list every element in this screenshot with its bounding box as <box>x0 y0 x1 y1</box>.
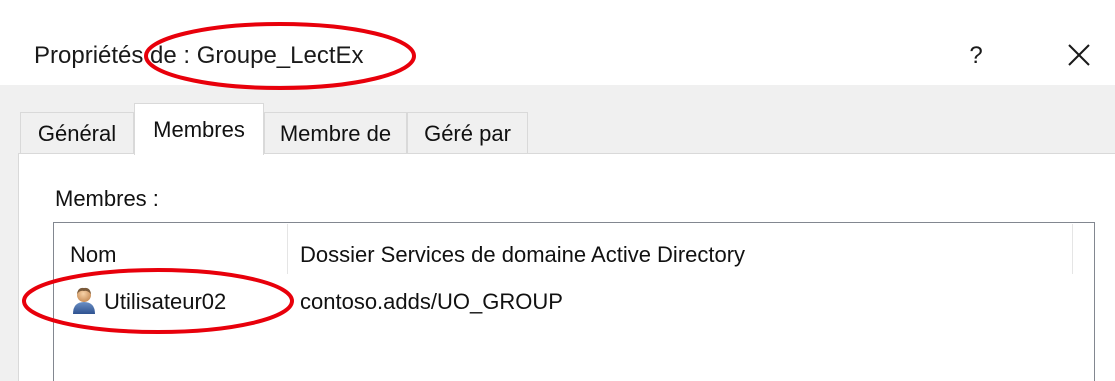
close-button[interactable] <box>1052 34 1100 78</box>
user-icon <box>70 285 98 315</box>
tab-membre-de[interactable]: Membre de <box>264 112 407 154</box>
tab-label: Géré par <box>424 120 511 146</box>
column-header-name[interactable]: Nom <box>70 242 116 268</box>
column-header-folder[interactable]: Dossier Services de domaine Active Direc… <box>300 242 745 268</box>
tab-membres[interactable]: Membres <box>134 103 264 155</box>
table-row-folder[interactable]: contoso.adds/UO_GROUP <box>300 289 563 315</box>
tab-label: Général <box>37 120 117 146</box>
window-title: Propriétés de : Groupe_LectEx <box>34 42 364 69</box>
column-divider[interactable] <box>287 224 288 274</box>
tab-label: Membre de <box>279 120 392 146</box>
tab-general[interactable]: Général <box>20 112 134 154</box>
members-label: Membres : <box>55 186 159 211</box>
column-divider[interactable] <box>1072 224 1073 274</box>
close-icon <box>1068 44 1090 66</box>
tab-label: Membres <box>153 116 245 142</box>
tab-gere-par[interactable]: Géré par <box>407 112 528 154</box>
table-row-name[interactable]: Utilisateur02 <box>104 289 226 315</box>
help-button[interactable]: ? <box>952 36 1000 76</box>
